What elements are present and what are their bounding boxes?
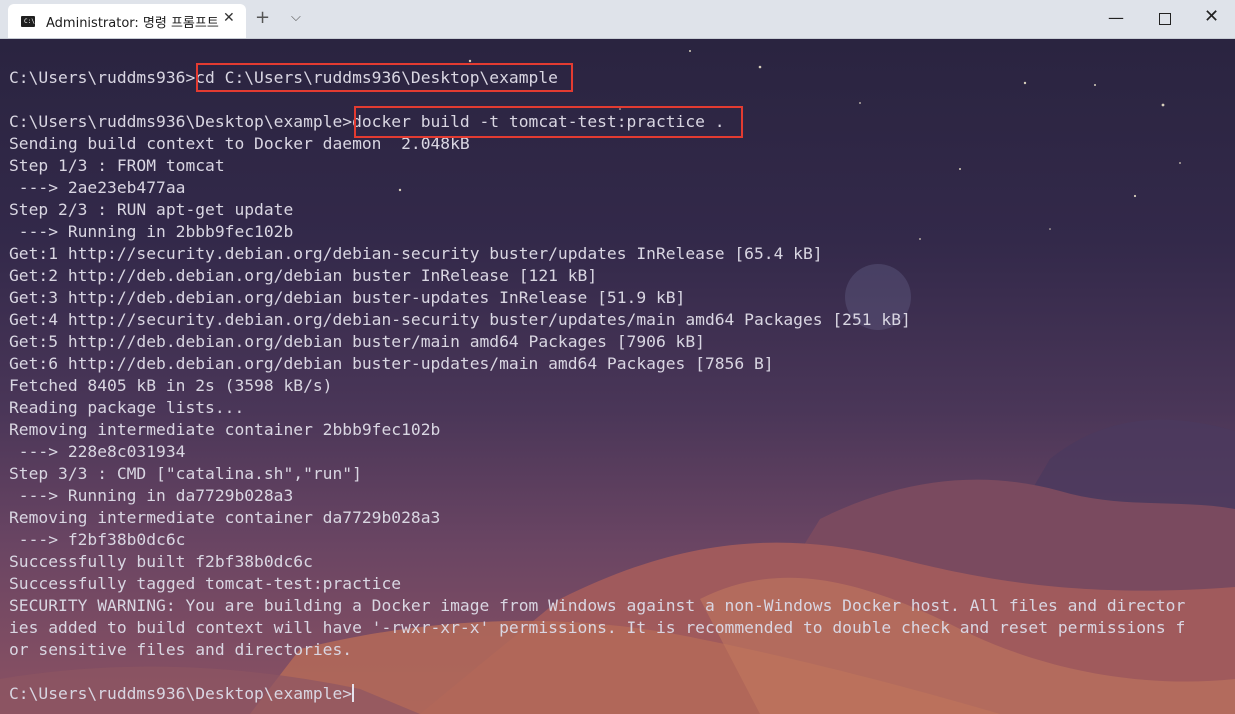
terminal-line: Get:6 http://deb.debian.org/debian buste… — [9, 354, 774, 373]
terminal-window: C:\ Administrator: 명령 프롬프트 ✕ + ⌵ — ✕ C:\… — [0, 0, 1235, 714]
chevron-down-icon[interactable]: ⌵ — [291, 10, 301, 25]
terminal-line: Reading package lists... — [9, 398, 245, 417]
terminal-line: ---> Running in da7729b028a3 — [9, 486, 294, 505]
terminal-line: ies added to build context will have '-r… — [9, 618, 1186, 637]
terminal-line: Removing intermediate container da7729b0… — [9, 508, 441, 527]
minimize-button[interactable]: — — [1108, 8, 1124, 27]
terminal-line: Fetched 8405 kB in 2s (3598 kB/s) — [9, 376, 333, 395]
terminal-line: or sensitive files and directories. — [9, 640, 353, 659]
tab-administrator-cmd[interactable]: C:\ Administrator: 명령 프롬프트 ✕ — [8, 4, 246, 38]
terminal-output: C:\Users\ruddms936>cd C:\Users\ruddms936… — [9, 67, 1185, 705]
terminal-line: Get:3 http://deb.debian.org/debian buste… — [9, 288, 686, 307]
terminal-line: Successfully built f2bf38b0dc6c — [9, 552, 313, 571]
terminal-line: Get:1 http://security.debian.org/debian-… — [9, 244, 823, 263]
prompt-text: C:\Users\ruddms936\Desktop\example> — [9, 684, 353, 703]
terminal-line: ---> 2ae23eb477aa — [9, 178, 186, 197]
title-bar: C:\ Administrator: 명령 프롬프트 ✕ + ⌵ — ✕ — [0, 0, 1235, 39]
terminal-line: Get:5 http://deb.debian.org/debian buste… — [9, 332, 705, 351]
prompt-line[interactable]: C:\Users\ruddms936\Desktop\example> — [9, 683, 1185, 705]
terminal-body[interactable]: C:\Users\ruddms936>cd C:\Users\ruddms936… — [0, 39, 1235, 714]
cmd-icon: C:\ — [21, 16, 35, 27]
terminal-line: Successfully tagged tomcat-test:practice — [9, 574, 402, 593]
highlight-box-docker-build-command — [354, 106, 743, 138]
close-window-button[interactable]: ✕ — [1204, 6, 1219, 27]
terminal-line: ---> f2bf38b0dc6c — [9, 530, 186, 549]
terminal-line: C:\Users\ruddms936>cd C:\Users\ruddms936… — [9, 68, 558, 87]
terminal-line: Step 2/3 : RUN apt-get update — [9, 200, 294, 219]
text-cursor — [352, 684, 355, 702]
highlight-box-cd-command — [196, 63, 573, 92]
terminal-line: Step 1/3 : FROM tomcat — [9, 156, 225, 175]
terminal-line: SECURITY WARNING: You are building a Doc… — [9, 596, 1186, 615]
new-tab-button[interactable]: + — [255, 7, 270, 28]
tab-title: Administrator: 명령 프롬프트 — [46, 16, 219, 31]
terminal-line: Step 3/3 : CMD ["catalina.sh","run"] — [9, 464, 362, 483]
terminal-line: Removing intermediate container 2bbb9fec… — [9, 420, 441, 439]
close-tab-icon[interactable]: ✕ — [223, 10, 235, 26]
terminal-line: ---> 228e8c031934 — [9, 442, 186, 461]
terminal-line: Get:4 http://security.debian.org/debian-… — [9, 310, 911, 329]
terminal-line: Get:2 http://deb.debian.org/debian buste… — [9, 266, 598, 285]
terminal-line: ---> Running in 2bbb9fec102b — [9, 222, 294, 241]
maximize-button[interactable] — [1159, 13, 1171, 25]
